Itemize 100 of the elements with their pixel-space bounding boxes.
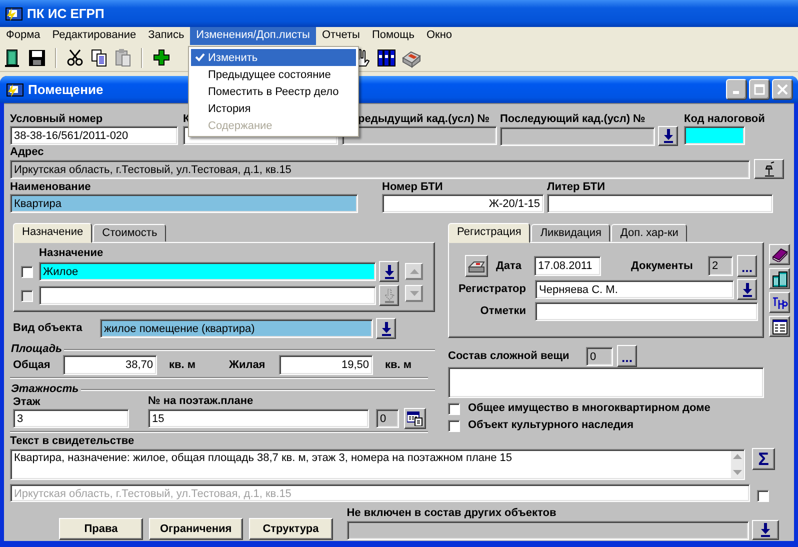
action-button[interactable]: Права: [59, 518, 143, 540]
input-field[interactable]: [346, 520, 749, 540]
dropdown-button[interactable]: [658, 126, 678, 146]
address-button[interactable]: [754, 159, 784, 179]
action-button[interactable]: Ограничения: [149, 518, 243, 540]
input-field[interactable]: 15: [148, 409, 369, 428]
menu-item[interactable]: Отчеты: [316, 27, 366, 45]
calendar-button[interactable]: [404, 408, 426, 429]
book-button[interactable]: [769, 244, 790, 265]
input-field[interactable]: 2: [708, 256, 733, 276]
menu-item[interactable]: Предыдущее состояние: [191, 66, 356, 83]
field-label: Условный номер: [10, 113, 104, 126]
field-label: Отметки: [479, 305, 527, 318]
input-field[interactable]: 17.08.2011: [534, 256, 601, 276]
input-field[interactable]: [500, 126, 655, 146]
checkbox[interactable]: [448, 402, 460, 414]
add-icon[interactable]: [152, 48, 170, 68]
down-arrow-icon: [742, 282, 752, 296]
door-icon[interactable]: [4, 48, 22, 68]
up-triangle-icon: [732, 454, 742, 459]
window-title: Помещение: [28, 82, 104, 97]
tab[interactable]: Ликвидация: [531, 224, 610, 242]
input-field[interactable]: 19,50: [279, 355, 373, 375]
menu-item[interactable]: История: [191, 100, 356, 117]
input-field[interactable]: 0: [376, 409, 399, 428]
paste-icon[interactable]: [114, 48, 132, 68]
input-field[interactable]: 38-38-16/561/2011-020: [10, 126, 178, 145]
minimize-button[interactable]: [726, 79, 747, 100]
input-field[interactable]: [535, 302, 758, 321]
binders-icon[interactable]: [377, 48, 396, 68]
menu-item[interactable]: Запись: [142, 27, 190, 45]
checkbox-label: Объект культурного наследия: [468, 419, 634, 432]
scroll-up-button[interactable]: [405, 263, 423, 280]
input-field[interactable]: жилое помещение (квартира): [100, 319, 373, 338]
field-label: Общая: [13, 358, 52, 372]
checkbox[interactable]: [757, 490, 769, 502]
field-label: Не включен в состав других объектов: [346, 507, 558, 520]
window-title: ПК ИС ЕГРП: [27, 6, 104, 21]
checkbox[interactable]: [21, 266, 33, 278]
tab[interactable]: Назначение: [13, 223, 92, 243]
menu-item[interactable]: Окно: [420, 27, 458, 45]
close-button[interactable]: [772, 79, 793, 100]
input-field[interactable]: 38,70: [63, 355, 157, 375]
input-field[interactable]: [448, 367, 764, 398]
tab[interactable]: Стоимость: [93, 224, 166, 242]
menu-item[interactable]: Поместить в Реестр дело: [191, 83, 356, 100]
group-title: Площадь: [11, 343, 62, 355]
printer-button[interactable]: [465, 255, 488, 277]
building-button[interactable]: [769, 268, 790, 289]
field-label: Жилая: [229, 358, 266, 372]
more-button[interactable]: ...: [737, 255, 757, 277]
field-label: Этаж: [13, 396, 42, 409]
down-arrow-icon: [380, 322, 392, 336]
column-header: Назначение: [38, 247, 104, 260]
menu-item[interactable]: Редактирование: [46, 27, 142, 45]
input-field[interactable]: Ж-20/1-15: [382, 194, 544, 213]
checkbox[interactable]: [448, 420, 460, 432]
unit-label: кв. м: [169, 358, 197, 372]
copy-icon[interactable]: [90, 48, 108, 68]
maximize-button[interactable]: [749, 79, 770, 100]
field-label: Вид объекта: [13, 322, 84, 335]
scrollbar[interactable]: [731, 451, 743, 478]
field-label: Литер БТИ: [547, 181, 606, 194]
save-icon[interactable]: [28, 48, 46, 68]
scroll-down-button[interactable]: [405, 285, 423, 302]
dropdown-button[interactable]: [737, 279, 757, 300]
sum-button[interactable]: Σ: [752, 448, 775, 470]
menu-item[interactable]: Форма: [0, 27, 46, 45]
dropdown-button[interactable]: [379, 261, 399, 282]
table-button[interactable]: [769, 316, 790, 337]
scissors-icon[interactable]: [66, 48, 84, 68]
form-icon: [6, 82, 24, 98]
input-field[interactable]: Квартира: [10, 194, 358, 213]
field-label: редыдущий кад.(усл) №: [357, 113, 491, 126]
tab[interactable]: Доп. хар-ки: [611, 224, 688, 242]
field-label: Код налоговой: [684, 113, 765, 126]
down-arrow-icon: [384, 264, 394, 278]
menu-item[interactable]: Изменения/Доп.листы: [190, 27, 316, 45]
menu-item[interactable]: Помощь: [366, 27, 420, 45]
menu-item[interactable]: Изменить: [191, 49, 356, 66]
dropdown-button[interactable]: [376, 318, 396, 339]
table-icon: [772, 318, 788, 334]
more-button[interactable]: ...: [617, 345, 637, 367]
input-field[interactable]: 3: [13, 409, 129, 428]
group-title: Этажность: [11, 383, 79, 395]
input-field[interactable]: [547, 194, 773, 213]
book-icon: [772, 248, 788, 262]
down-arrow-icon: [760, 523, 771, 537]
input-field[interactable]: 0: [586, 346, 613, 366]
text-area[interactable]: Квартира, назначение: жилое, общая площадь 38,7 кв. м, этаж 3, номера на поэтажном плане 15: [10, 449, 745, 480]
input-field[interactable]: [684, 126, 745, 145]
dropdown-button[interactable]: [379, 285, 399, 306]
input-field[interactable]: [342, 126, 497, 145]
tab[interactable]: Регистрация: [448, 223, 530, 243]
field-label: Адрес: [10, 146, 45, 159]
dropdown-button[interactable]: [752, 520, 779, 540]
action-button[interactable]: Структура: [248, 518, 333, 540]
input-field[interactable]: Иркутская область, г.Тестовый, ул.Тестовая, д.1, кв.15: [10, 160, 750, 179]
input-field[interactable]: Жилое: [39, 262, 376, 281]
input-field[interactable]: Черняева С. М.: [535, 280, 734, 299]
